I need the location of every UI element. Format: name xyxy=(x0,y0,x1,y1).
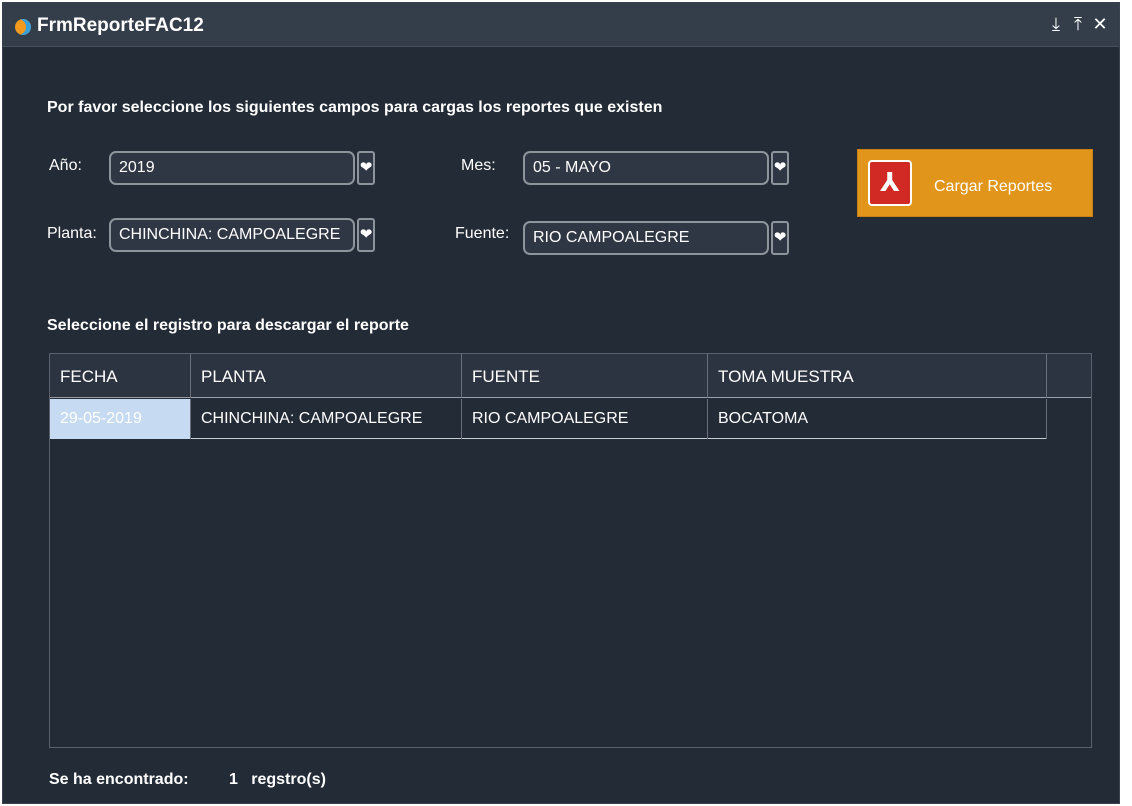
title-bar[interactable]: FrmReporteFAC12 ⤓ ⤒ ✕ xyxy=(3,3,1119,47)
cell-planta[interactable]: CHINCHINA: CAMPOALEGRE xyxy=(191,399,462,439)
app-icon xyxy=(15,19,31,35)
close-icon[interactable]: ✕ xyxy=(1091,13,1109,35)
year-select[interactable]: 2019 xyxy=(109,151,355,185)
table-row[interactable]: 29-05-2019 CHINCHINA: CAMPOALEGRE RIO CA… xyxy=(50,399,1047,439)
plant-select[interactable]: CHINCHINA: CAMPOALEGRE xyxy=(109,218,355,252)
column-header-filler xyxy=(1047,354,1091,398)
instructions-text: Por favor seleccione los siguientes camp… xyxy=(47,99,663,116)
grid-header: FECHA PLANTA FUENTE TOMA MUESTRA xyxy=(50,354,1091,398)
load-reports-button[interactable]: ⅄ Cargar Reportes xyxy=(857,149,1093,217)
plant-combo[interactable]: CHINCHINA: CAMPOALEGRE ❤ xyxy=(109,218,375,252)
record-count: 1 regstro(s) xyxy=(229,771,326,788)
column-header-fecha[interactable]: FECHA xyxy=(50,354,191,398)
source-select[interactable]: RIO CAMPOALEGRE xyxy=(523,221,769,255)
month-label: Mes: xyxy=(461,157,496,174)
chevron-down-icon[interactable]: ❤ xyxy=(771,221,789,255)
load-reports-label: Cargar Reportes xyxy=(934,178,1053,195)
cell-fuente[interactable]: RIO CAMPOALEGRE xyxy=(462,399,708,439)
chevron-down-icon[interactable]: ❤ xyxy=(357,151,375,185)
plant-label: Planta: xyxy=(47,225,97,242)
reports-grid[interactable]: FECHA PLANTA FUENTE TOMA MUESTRA 29-05-2… xyxy=(49,353,1092,748)
report-window: FrmReporteFAC12 ⤓ ⤒ ✕ Por favor seleccio… xyxy=(2,2,1120,804)
chevron-down-icon[interactable]: ❤ xyxy=(357,218,375,252)
pdf-icon: ⅄ xyxy=(868,160,912,206)
source-combo[interactable]: RIO CAMPOALEGRE ❤ xyxy=(523,221,789,255)
column-header-planta[interactable]: PLANTA xyxy=(191,354,462,398)
month-combo[interactable]: 05 - MAYO ❤ xyxy=(523,151,789,185)
grid-title: Seleccione el registro para descargar el… xyxy=(47,317,409,334)
chevron-down-icon[interactable]: ❤ xyxy=(771,151,789,185)
year-combo[interactable]: 2019 ❤ xyxy=(109,151,375,185)
pin-icon[interactable]: ⤓ xyxy=(1047,13,1065,35)
month-select[interactable]: 05 - MAYO xyxy=(523,151,769,185)
year-label: Año: xyxy=(49,157,82,174)
window-title: FrmReporteFAC12 xyxy=(37,15,204,36)
cell-toma-muestra[interactable]: BOCATOMA xyxy=(708,399,1047,439)
found-label: Se ha encontrado: xyxy=(49,771,189,788)
column-header-fuente[interactable]: FUENTE xyxy=(462,354,708,398)
column-header-toma-muestra[interactable]: TOMA MUESTRA xyxy=(708,354,1047,398)
window-controls: ⤓ ⤒ ✕ xyxy=(1047,13,1109,35)
cell-fecha[interactable]: 29-05-2019 xyxy=(50,399,191,439)
maximize-icon[interactable]: ⤒ xyxy=(1069,13,1087,35)
source-label: Fuente: xyxy=(455,225,510,242)
